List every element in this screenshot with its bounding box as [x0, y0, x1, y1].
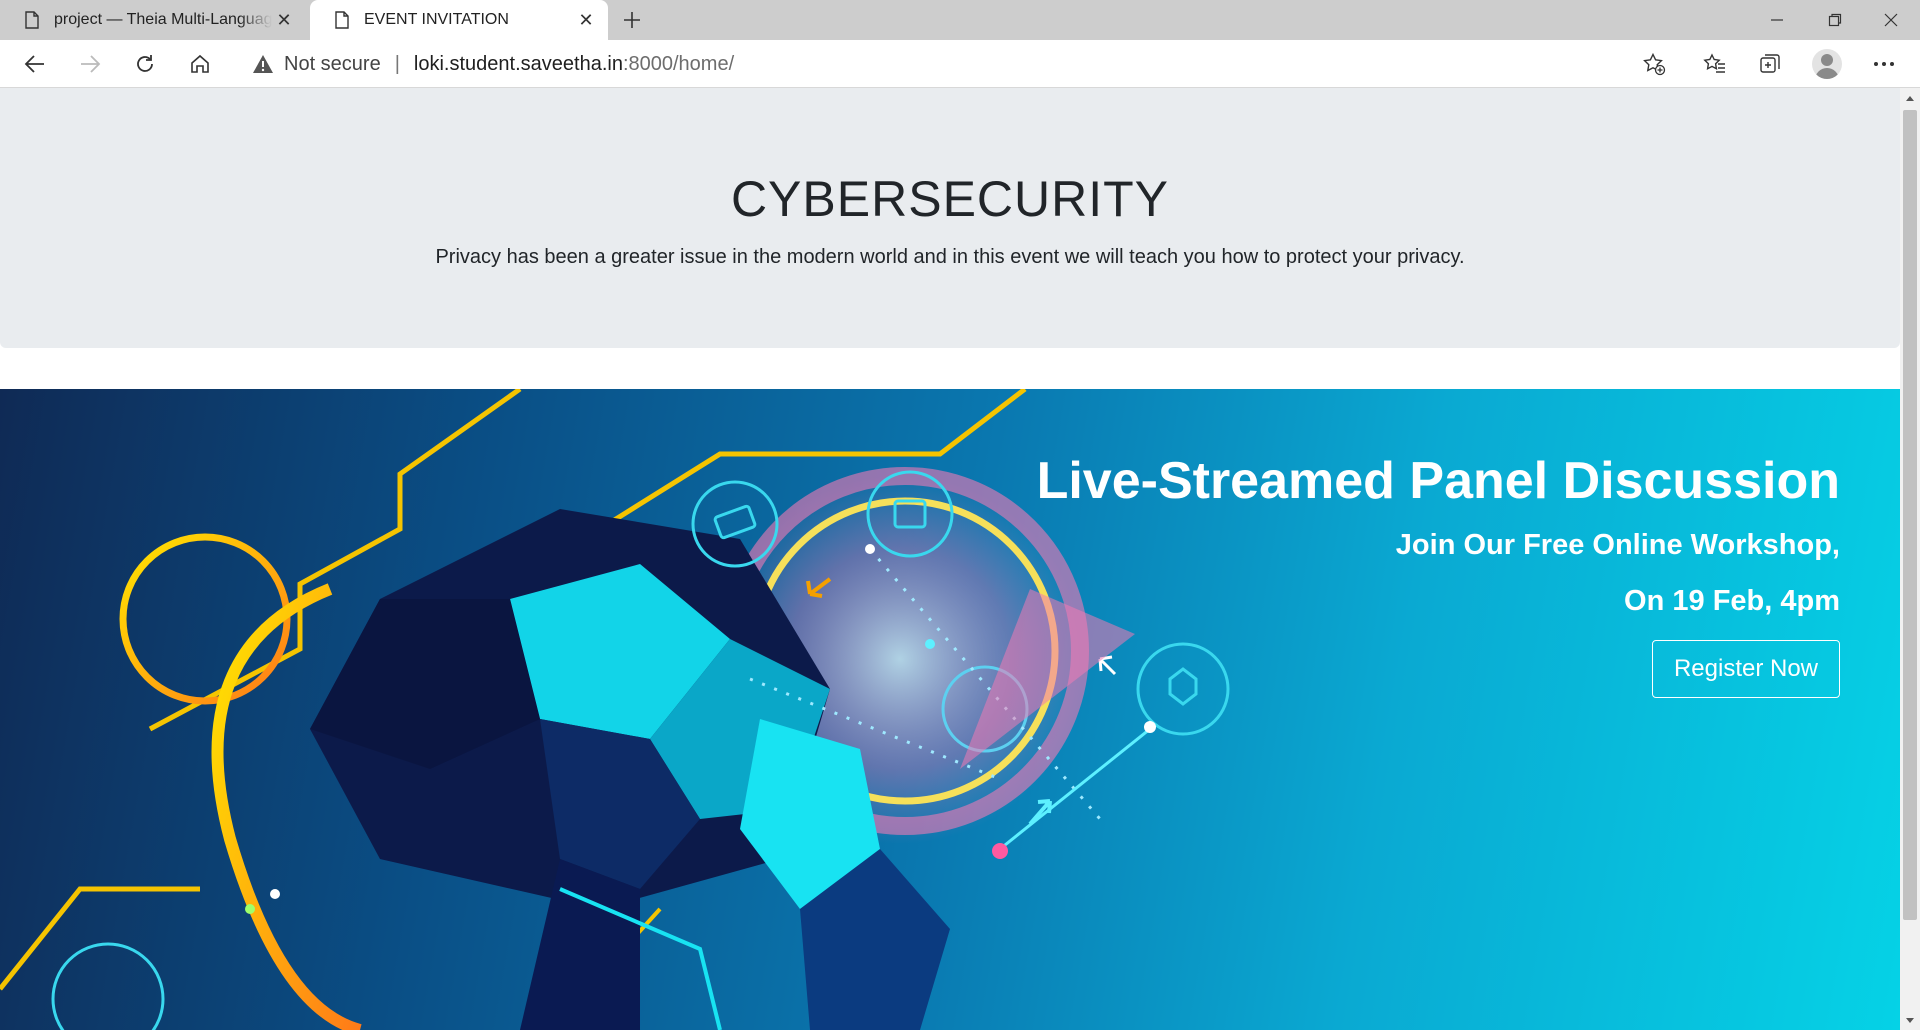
- home-icon[interactable]: [182, 46, 218, 82]
- event-banner: Live-Streamed Panel Discussion Join Our …: [0, 389, 1900, 1030]
- page-icon: [24, 11, 40, 30]
- favorites-icon[interactable]: [1697, 46, 1733, 82]
- reload-icon[interactable]: [127, 46, 163, 82]
- page-title: CYBERSECURITY: [730, 171, 1170, 227]
- jumbotron: CYBERSECURITY Privacy has been a greater…: [0, 88, 1900, 348]
- tab-event-invitation[interactable]: EVENT INVITATION ✕: [310, 0, 608, 40]
- browser-toolbar: Not secure | loki.student.saveetha.in:80…: [0, 40, 1920, 88]
- scroll-up-icon[interactable]: [1900, 88, 1920, 108]
- new-tab-button[interactable]: [616, 4, 648, 36]
- minimize-icon[interactable]: [1748, 0, 1806, 40]
- register-now-button[interactable]: Register Now: [1652, 640, 1840, 698]
- restore-icon[interactable]: [1806, 0, 1864, 40]
- scroll-down-icon[interactable]: [1900, 1010, 1920, 1030]
- tab-title: project — Theia Multi-Language: [54, 11, 272, 28]
- page-content: CYBERSECURITY Privacy has been a greater…: [0, 88, 1900, 1030]
- event-description: Privacy has been a greater issue in the …: [435, 246, 1465, 268]
- tab-project[interactable]: project — Theia Multi-Language ✕: [0, 0, 306, 40]
- page-icon: [334, 11, 350, 30]
- banner-date: On 19 Feb, 4pm: [1624, 585, 1840, 617]
- banner-subheading: Join Our Free Online Workshop,: [1395, 529, 1840, 561]
- more-icon[interactable]: [1866, 46, 1902, 82]
- page-scrollbar[interactable]: [1900, 88, 1920, 1030]
- add-favorite-icon[interactable]: [1640, 50, 1668, 78]
- back-icon[interactable]: [17, 46, 53, 82]
- collections-icon[interactable]: [1752, 46, 1788, 82]
- close-window-icon[interactable]: [1862, 0, 1920, 40]
- scroll-thumb[interactable]: [1903, 110, 1917, 920]
- close-icon[interactable]: ✕: [272, 8, 296, 32]
- close-icon[interactable]: ✕: [574, 8, 598, 32]
- url-path: :8000/home/: [622, 52, 735, 75]
- address-bar[interactable]: Not secure | loki.student.saveetha.in:80…: [234, 45, 1682, 83]
- profile-icon[interactable]: [1812, 49, 1842, 79]
- forward-icon[interactable]: [72, 46, 108, 82]
- security-label[interactable]: Not secure: [284, 53, 381, 76]
- url-host: loki.student.saveetha.in: [413, 52, 623, 75]
- banner-heading: Live-Streamed Panel Discussion: [1036, 452, 1840, 510]
- warning-icon: [253, 55, 273, 73]
- separator: |: [394, 52, 400, 75]
- tab-strip: project — Theia Multi-Language ✕ EVENT I…: [0, 0, 1920, 40]
- tab-title: EVENT INVITATION: [364, 11, 509, 28]
